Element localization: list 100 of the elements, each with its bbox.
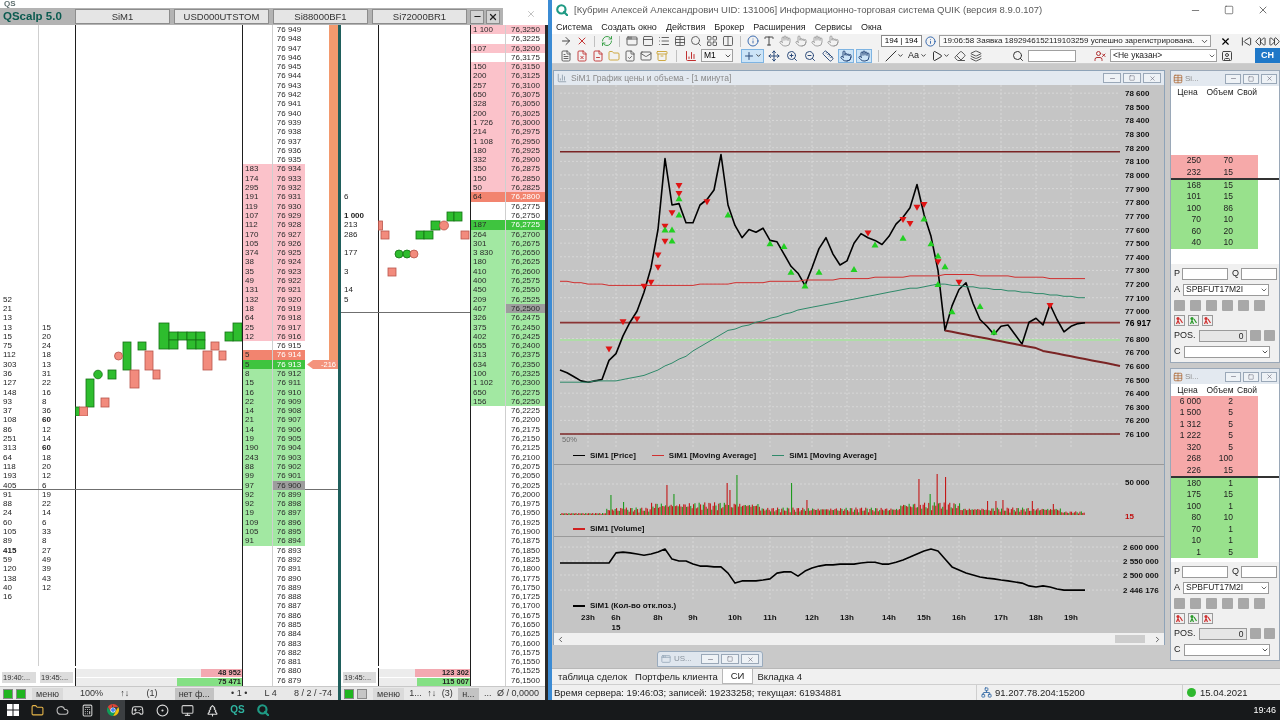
menu-button[interactable]: меню [32,687,63,700]
taskbar-app-button[interactable] [100,700,125,720]
quantity-input[interactable] [1241,565,1278,578]
tool-button[interactable] [1263,628,1275,639]
x-icon[interactable] [576,35,588,47]
table-icon[interactable] [674,35,686,47]
chevron-right-icon[interactable] [1153,634,1162,644]
position-field[interactable]: 0 [1198,329,1247,342]
document-minus-icon[interactable] [592,49,604,62]
fast-forward-icon[interactable] [1269,35,1280,47]
tool-button[interactable] [1238,299,1249,311]
menu-item[interactable]: Расширения [753,22,806,32]
panel-icon[interactable] [642,35,654,47]
menu-item[interactable]: Сервисы [814,22,852,32]
hand-button[interactable] [856,48,872,63]
tool-button[interactable] [1254,299,1265,311]
envelope-icon[interactable] [640,49,652,62]
layers-icon[interactable] [970,49,982,62]
zoom-in-button[interactable] [784,48,800,63]
tool-button[interactable] [1206,299,1217,311]
tab[interactable]: Вкладка 4 [753,669,806,684]
zoom-out-button[interactable] [802,48,818,63]
client-dropdown[interactable] [1183,345,1270,358]
marker-tool-button[interactable] [931,49,950,62]
close-button[interactable] [486,9,500,24]
grid-icon[interactable] [706,35,718,47]
restore-button[interactable] [721,654,739,664]
tool-button[interactable] [1222,597,1233,609]
menu-item[interactable]: Брокер [714,22,745,32]
window-icon[interactable] [626,35,638,47]
tab[interactable]: Портфель клиента [631,669,722,684]
tool-button[interactable] [1174,299,1185,311]
document-x-icon[interactable] [576,49,588,62]
menu-item[interactable]: Создать окно [601,22,657,32]
arrow-right-icon[interactable] [560,35,572,47]
instrument-tab[interactable]: Si88000BF1 [273,9,368,24]
taskbar-app-button[interactable]: QS [225,700,250,720]
ruler-button[interactable] [820,48,836,63]
price-input[interactable] [1182,565,1228,578]
filter-button[interactable]: нет ф... [174,687,214,700]
search-icon[interactable] [690,35,702,47]
user-badge-icon[interactable] [1221,49,1233,62]
tool-button[interactable] [1174,597,1185,609]
minimize-button[interactable] [470,9,484,24]
message-dropdown[interactable]: 19:06:58 Заявка 1892946152119103259 успешно зарегистрирована. [939,35,1211,47]
instrument-dropdown[interactable]: SPBFUT17M2I [1183,283,1269,296]
restore-button[interactable] [1123,73,1141,83]
search-field[interactable] [1028,49,1076,62]
account-dropdown[interactable]: <Не указан> [1110,49,1217,62]
scrollbar-thumb[interactable] [1115,635,1145,643]
hand-icon[interactable] [779,35,791,47]
refresh-icon[interactable] [601,35,613,47]
skip-back-icon[interactable] [1241,35,1252,47]
tool-button[interactable] [1222,299,1233,311]
client-dropdown[interactable] [1183,643,1270,656]
pointing-hand-icon[interactable] [827,35,839,47]
tool-button[interactable] [1249,628,1261,639]
user-x-icon[interactable] [1094,49,1106,62]
line-tool-button[interactable] [885,49,904,62]
menu-item[interactable]: Действия [665,22,706,32]
pointer-button[interactable] [838,48,854,63]
tool-button[interactable] [1254,597,1265,609]
tab[interactable]: СИ [721,669,754,684]
corner-tab[interactable]: CH [1255,48,1280,63]
interval-dropdown[interactable]: M1 [701,49,733,62]
tool-button[interactable] [1190,299,1201,311]
tool-button[interactable] [1238,597,1249,609]
bar-chart-icon[interactable] [685,49,697,62]
price-input[interactable] [1182,267,1228,280]
document-icon[interactable] [560,49,572,62]
columns-icon[interactable] [722,35,734,47]
tool-button[interactable] [1249,330,1261,341]
tool-button[interactable] [1263,330,1275,341]
quantity-input[interactable] [1241,267,1278,280]
pointing-hand-icon[interactable] [795,35,807,47]
folder-icon[interactable] [608,49,620,62]
eraser-icon[interactable] [954,49,966,62]
filter-button[interactable]: н... [458,687,479,700]
menu-item[interactable]: Окна [860,22,882,32]
search-icon[interactable] [1012,49,1024,62]
hand-icon[interactable] [811,35,823,47]
horizontal-scrollbar[interactable] [554,633,1164,645]
instrument-dropdown[interactable]: SPBFUT17M2I [1183,581,1269,594]
tab[interactable]: таблица сделок [554,669,632,684]
tool-button[interactable] [1190,597,1201,609]
rewind-icon[interactable] [1255,35,1266,47]
instrument-tab[interactable]: Si72000BR1 [372,9,467,24]
move-button[interactable] [766,48,782,63]
restore-button[interactable] [1243,73,1259,84]
list-icon[interactable] [658,35,670,47]
menu-button[interactable]: меню [373,687,404,700]
chevron-left-icon[interactable] [556,634,565,644]
tool-button[interactable] [1206,597,1217,609]
position-field[interactable]: 0 [1198,627,1247,640]
letter-t-icon[interactable] [763,35,775,47]
font-button[interactable]: Aa [908,51,927,60]
instrument-tab[interactable]: USD000UTSTOM [174,9,269,24]
instrument-tab[interactable]: SiM1 [75,9,170,24]
info-icon[interactable] [747,35,759,47]
restore-button[interactable] [1243,371,1259,382]
